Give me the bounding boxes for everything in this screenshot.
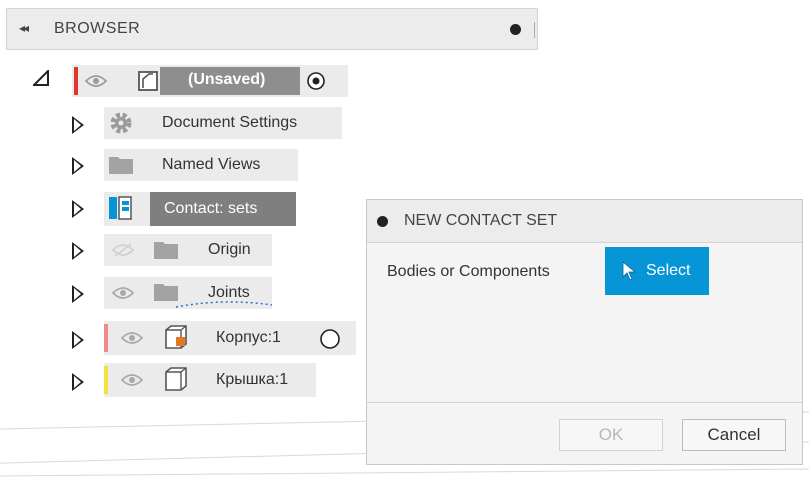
dialog-header: NEW CONTACT SET — [367, 200, 802, 243]
tree-item-label: Named Views — [162, 156, 261, 173]
cursor-arrow-icon — [621, 261, 637, 286]
root-label: (Unsaved) — [188, 71, 266, 88]
panel-resize-grip[interactable] — [534, 22, 535, 38]
component-icon — [163, 324, 189, 355]
expand-arrow-icon[interactable] — [72, 373, 84, 391]
expand-arrow-icon[interactable] — [72, 157, 84, 175]
folder-icon — [153, 240, 179, 265]
select-label: Select — [646, 262, 691, 279]
eye-icon[interactable] — [121, 373, 143, 387]
contact-sets-icon — [108, 196, 132, 225]
gear-icon — [108, 110, 134, 141]
panel-options-icon[interactable] — [510, 24, 521, 35]
tree-item-label: Origin — [208, 241, 251, 258]
new-contact-set-dialog: NEW CONTACT SET Bodies or Components Sel… — [366, 199, 803, 465]
collapse-panel-icon[interactable]: ◂◂ — [19, 21, 29, 35]
document-icon — [137, 70, 159, 97]
cancel-button[interactable]: Cancel — [682, 419, 786, 451]
activate-radio-icon[interactable] — [319, 328, 341, 355]
component-color-strip — [104, 366, 108, 394]
select-bodies-button[interactable]: Select — [605, 247, 709, 295]
dialog-footer-divider — [367, 402, 802, 403]
browser-panel-header: ◂◂ BROWSER — [6, 8, 538, 50]
expand-triangle-icon[interactable] — [31, 68, 49, 90]
browser-title: BROWSER — [54, 20, 141, 37]
expand-arrow-icon[interactable] — [72, 242, 84, 260]
component-color-strip — [104, 324, 108, 352]
eye-hidden-icon[interactable] — [112, 243, 134, 257]
activate-radio-icon[interactable] — [306, 71, 326, 96]
ok-button[interactable]: OK — [559, 419, 663, 451]
expand-arrow-icon[interactable] — [72, 200, 84, 218]
eye-icon[interactable] — [112, 286, 134, 300]
tree-item-label: Contact: sets — [164, 200, 258, 217]
root-color-strip — [74, 67, 78, 95]
expand-arrow-icon[interactable] — [72, 331, 84, 349]
dialog-title: NEW CONTACT SET — [404, 212, 558, 229]
tree-item-label: Корпус:1 — [216, 329, 281, 346]
tree-item-label: Крышка:1 — [216, 371, 289, 388]
eye-icon[interactable] — [121, 331, 143, 345]
component-icon — [163, 366, 189, 397]
folder-icon — [108, 155, 134, 180]
expand-arrow-icon[interactable] — [72, 116, 84, 134]
joints-dotted-underline — [176, 301, 272, 308]
ground-grid-line — [0, 468, 809, 477]
bodies-or-components-label: Bodies or Components — [387, 263, 550, 280]
expand-arrow-icon[interactable] — [72, 285, 84, 303]
eye-icon[interactable] — [85, 74, 107, 88]
tree-item-label: Document Settings — [162, 114, 298, 131]
collapse-dialog-icon[interactable] — [377, 216, 388, 227]
